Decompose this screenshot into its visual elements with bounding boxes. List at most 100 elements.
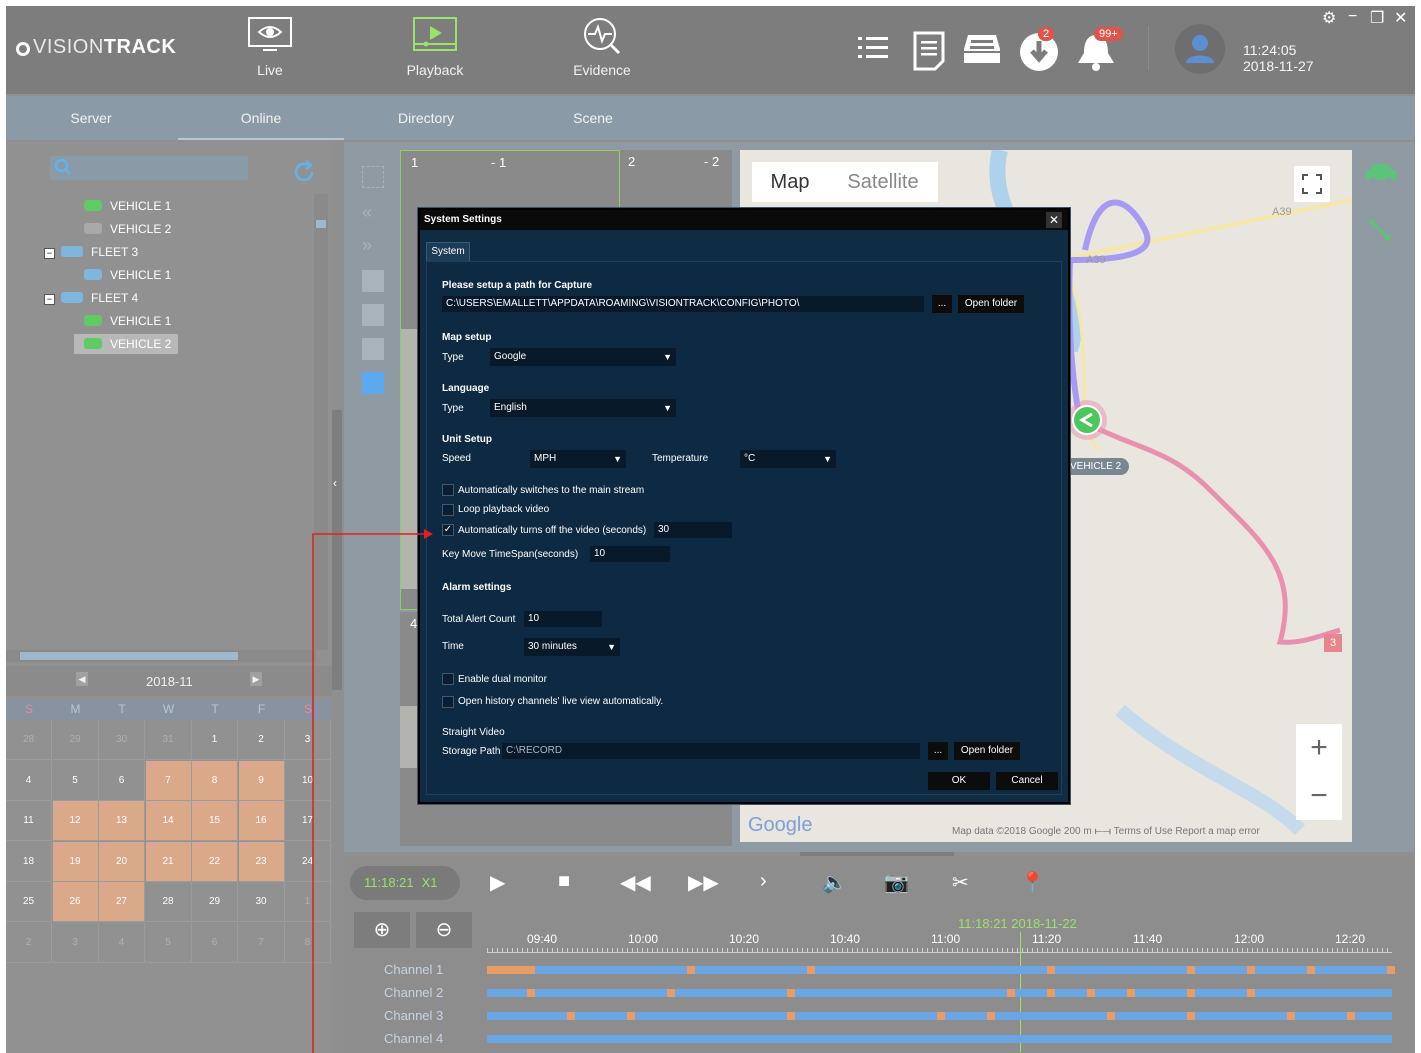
layout-6-icon[interactable] (362, 372, 384, 394)
storage-path-field[interactable]: C:\RECORD (502, 743, 920, 759)
calendar-day[interactable]: 28 (145, 882, 192, 922)
map-vehicle-button[interactable] (1364, 162, 1398, 186)
tree-hscrollbar[interactable] (6, 650, 316, 662)
capture-open-folder-button[interactable]: Open folder (958, 295, 1024, 313)
dialog-close-icon[interactable]: ✕ (1046, 212, 1062, 228)
scissors-icon[interactable]: ✂ (952, 870, 969, 895)
calendar-prev-icon[interactable]: ◀ (76, 672, 88, 686)
calendar-day[interactable]: 30 (238, 882, 285, 922)
nav-live[interactable]: Live (215, 6, 325, 94)
calendar-day[interactable]: 7 (145, 760, 192, 801)
list-icon[interactable] (856, 31, 890, 65)
calendar-day[interactable]: 13 (99, 801, 145, 841)
channel-track[interactable] (487, 1035, 1392, 1043)
tab-server[interactable]: Server (6, 96, 176, 140)
download-button[interactable]: 2 (1018, 27, 1060, 73)
capture-browse-button[interactable]: ... (932, 295, 952, 313)
user-avatar-icon[interactable] (1174, 23, 1226, 75)
map-tab-map[interactable]: Map (752, 162, 828, 202)
cancel-button[interactable]: Cancel (996, 772, 1058, 790)
calendar-day[interactable]: 26 (52, 882, 99, 922)
alert-time-select[interactable]: 30 minutes ▼ (524, 638, 620, 656)
collapse-icon[interactable]: − (44, 294, 55, 305)
calendar-day[interactable]: 18 (6, 841, 52, 882)
nav-evidence[interactable]: Evidence (547, 6, 657, 94)
calendar-day[interactable]: 28 (6, 720, 52, 760)
refresh-icon[interactable] (292, 160, 316, 184)
alert-count-field[interactable]: 10 (524, 611, 602, 627)
search-input[interactable] (50, 156, 248, 180)
history-live-checkbox[interactable] (442, 696, 454, 708)
settings-gear-icon[interactable]: ⚙ (1322, 8, 1336, 28)
restore-icon[interactable]: ❐ (1370, 8, 1384, 28)
calendar-day[interactable]: 31 (145, 720, 192, 760)
calendar-day[interactable]: 5 (145, 922, 192, 963)
calendar-day[interactable]: 6 (192, 922, 238, 963)
next-page-icon[interactable]: » (362, 235, 386, 256)
calendar-day[interactable]: 25 (6, 882, 52, 922)
calendar-day[interactable]: 14 (145, 801, 192, 841)
calendar-day[interactable]: 27 (99, 882, 145, 922)
map-type-select[interactable]: Google ▼ (490, 348, 676, 366)
tab-online[interactable]: Online (178, 96, 344, 140)
calendar-day[interactable]: 23 (238, 841, 285, 882)
tab-scene[interactable]: Scene (516, 96, 670, 140)
calendar-day[interactable]: 29 (52, 720, 99, 760)
layout-2-icon[interactable] (362, 270, 384, 292)
calendar-day[interactable]: 11 (6, 801, 52, 841)
rewind-icon[interactable]: ◀◀ (620, 870, 651, 895)
calendar-day[interactable]: 2 (6, 922, 52, 963)
tree-fleet4-vehicle-2-selected[interactable]: VEHICLE 2 (74, 334, 178, 354)
tree-fleet4-vehicle-1[interactable]: VEHICLE 1 (42, 311, 312, 331)
timeline-ruler[interactable]: 09:40 10:00 10:20 10:40 11:00 11:20 11:40 12:00… (487, 932, 1397, 954)
calendar-day[interactable]: 29 (192, 882, 238, 922)
calendar-day[interactable]: 2 (238, 720, 285, 760)
calendar-day[interactable]: 30 (99, 720, 145, 760)
dialog-tab-system[interactable]: System (426, 242, 470, 262)
calendar-day[interactable]: 8 (192, 760, 238, 801)
calendar-day[interactable]: 3 (52, 922, 99, 963)
ok-button[interactable]: OK (928, 772, 990, 790)
map-route-button[interactable] (1368, 218, 1392, 242)
tree-vehicle-1[interactable]: VEHICLE 1 (42, 196, 312, 216)
tree-vehicle-2[interactable]: VEHICLE 2 (42, 219, 312, 239)
language-select[interactable]: English ▼ (490, 399, 676, 417)
calendar-day[interactable]: 9 (238, 760, 285, 801)
map-zoom-in-button[interactable]: + (1296, 724, 1342, 772)
tree-fleet-4[interactable]: − FLEET 4 (42, 288, 312, 308)
tab-directory[interactable]: Directory (346, 96, 506, 140)
next-frame-icon[interactable]: › (760, 870, 767, 893)
calendar-day[interactable]: 4 (6, 760, 52, 801)
auto-off-seconds-field[interactable]: 30 (654, 522, 732, 538)
collapse-icon[interactable]: − (44, 248, 55, 259)
capture-path-field[interactable]: C:\USERS\EMALLETT\APPDATA\ROAMING\VISION… (442, 296, 924, 312)
nav-playback[interactable]: Playback (380, 6, 490, 94)
tree-fleet3-vehicle-1[interactable]: VEHICLE 1 (42, 265, 312, 285)
storage-browse-button[interactable]: ... (928, 742, 948, 760)
map-fullscreen-button[interactable] (1294, 166, 1330, 202)
channel-track[interactable] (487, 966, 1395, 974)
calendar-day[interactable]: 7 (238, 922, 285, 963)
calendar-next-icon[interactable]: ▶ (250, 672, 262, 686)
collapse-left-icon[interactable]: ‹ (333, 476, 337, 490)
minimize-icon[interactable]: − (1348, 8, 1357, 26)
layout-4-icon[interactable] (362, 338, 384, 360)
dual-monitor-checkbox[interactable] (442, 673, 454, 685)
calendar-day[interactable]: 19 (52, 841, 99, 882)
fast-forward-icon[interactable]: ▶▶ (688, 870, 719, 895)
storage-open-folder-button[interactable]: Open folder (954, 742, 1020, 760)
calendar-day[interactable]: 1 (192, 720, 238, 760)
loop-playback-checkbox[interactable] (442, 504, 454, 516)
map-marker-3[interactable]: 3 (1324, 634, 1342, 652)
calendar-day[interactable]: 6 (99, 760, 145, 801)
inbox-icon[interactable] (962, 31, 1002, 67)
fullscreen-layout-icon[interactable] (362, 166, 384, 188)
temperature-select[interactable]: °C ▼ (740, 450, 836, 468)
channel-track[interactable] (487, 1012, 1392, 1020)
location-filter-icon[interactable]: 📍 (1020, 870, 1045, 895)
calendar-day[interactable]: 20 (99, 841, 145, 882)
map-zoom-out-button[interactable]: − (1296, 772, 1342, 820)
main-stream-checkbox[interactable] (442, 484, 454, 496)
calendar-day[interactable]: 22 (192, 841, 238, 882)
calendar-day[interactable]: 4 (99, 922, 145, 963)
